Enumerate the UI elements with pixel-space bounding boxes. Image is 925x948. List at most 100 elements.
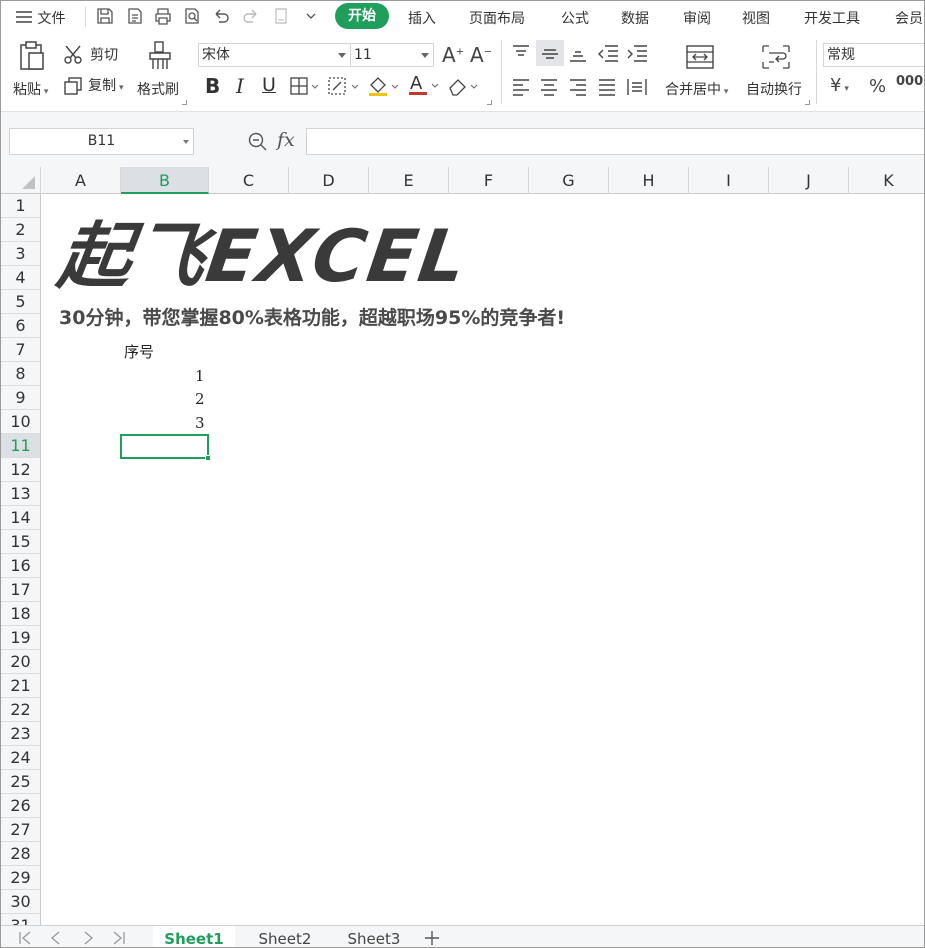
add-sheet-icon[interactable] xyxy=(422,928,442,947)
row-header[interactable]: 20 xyxy=(1,650,40,674)
bold-icon[interactable]: B xyxy=(205,74,220,98)
font-launcher-icon[interactable] xyxy=(487,100,492,105)
paste-icon[interactable] xyxy=(17,40,47,72)
sheet-tab-sheet1[interactable]: Sheet1 xyxy=(153,926,235,947)
column-header[interactable]: F xyxy=(449,167,529,194)
row-header[interactable]: 26 xyxy=(1,794,40,818)
row-header[interactable]: 2 xyxy=(1,218,40,242)
cut-button[interactable]: 剪切 xyxy=(63,44,118,66)
format-number-icon[interactable] xyxy=(271,6,291,26)
paintbrush-icon[interactable] xyxy=(146,40,174,72)
cell-value[interactable]: 3 xyxy=(195,414,205,432)
fx-icon[interactable]: fx xyxy=(277,129,295,151)
column-header[interactable]: A xyxy=(41,167,121,194)
sheet-grid[interactable]: A B C D E F G H I J K 1 2 3 4 5 6 7 8 9 10 11 12 13 1… xyxy=(1,167,924,925)
align-top-icon[interactable] xyxy=(510,42,532,68)
increase-indent-icon[interactable] xyxy=(625,42,649,68)
next-sheet-icon[interactable] xyxy=(78,928,98,947)
row-header[interactable]: 28 xyxy=(1,842,40,866)
active-cell-b11[interactable] xyxy=(120,434,211,461)
increase-font-icon[interactable]: A+ xyxy=(442,43,464,67)
row-header[interactable]: 6 xyxy=(1,314,40,338)
percent-button[interactable]: % xyxy=(869,76,886,97)
cell-seq-header[interactable]: 序号 xyxy=(124,341,154,362)
tab-member[interactable]: 会员 xyxy=(895,8,923,28)
row-header[interactable]: 29 xyxy=(1,866,40,890)
print-icon[interactable] xyxy=(153,6,173,26)
format-painter-button[interactable]: 格式刷 xyxy=(137,79,179,99)
number-format-select[interactable]: 常规 xyxy=(823,43,924,67)
copy-button[interactable]: 复制 ▾ xyxy=(63,75,123,96)
font-size-select[interactable]: 11 xyxy=(350,43,434,67)
sheet-tab-sheet3[interactable]: Sheet3 xyxy=(331,926,417,947)
distributed-align-icon[interactable] xyxy=(625,76,649,102)
tab-data[interactable]: 数据 xyxy=(621,8,649,28)
decrease-font-icon[interactable]: A− xyxy=(470,43,492,67)
tab-formulas[interactable]: 公式 xyxy=(561,8,589,28)
borders-icon[interactable] xyxy=(290,77,320,99)
merge-center-icon[interactable] xyxy=(685,44,715,74)
row-header[interactable]: 4 xyxy=(1,266,40,290)
formula-input[interactable] xyxy=(306,128,924,155)
font-color-icon[interactable]: A xyxy=(408,72,440,100)
name-box[interactable]: B11 xyxy=(9,128,194,155)
eraser-icon[interactable] xyxy=(447,76,479,100)
row-header[interactable]: 7 xyxy=(1,338,40,362)
redo-icon[interactable] xyxy=(241,6,261,26)
row-header[interactable]: 13 xyxy=(1,482,40,506)
row-header[interactable]: 5 xyxy=(1,290,40,314)
merge-center-button[interactable]: 合并居中 ▾ xyxy=(665,79,728,99)
column-header[interactable]: B xyxy=(121,167,209,194)
tab-home[interactable]: 开始 xyxy=(335,3,389,29)
cell-value[interactable]: 1 xyxy=(195,367,205,385)
row-header[interactable]: 24 xyxy=(1,746,40,770)
row-header[interactable]: 17 xyxy=(1,578,40,602)
row-header[interactable]: 1 xyxy=(1,194,40,218)
prev-sheet-icon[interactable] xyxy=(46,928,66,947)
thousands-button[interactable]: 000 xyxy=(896,74,923,89)
fill-handle[interactable] xyxy=(205,455,211,461)
row-header[interactable]: 18 xyxy=(1,602,40,626)
tab-page-layout[interactable]: 页面布局 xyxy=(469,8,525,28)
alignment-launcher-icon[interactable] xyxy=(805,100,810,105)
quick-access-dropdown-icon[interactable] xyxy=(301,6,321,26)
column-header[interactable]: G xyxy=(529,167,609,194)
row-header[interactable]: 11 xyxy=(1,434,40,458)
cell-value[interactable]: 2 xyxy=(195,390,205,408)
last-sheet-icon[interactable] xyxy=(109,928,129,947)
row-header[interactable]: 12 xyxy=(1,458,40,482)
wrap-text-icon[interactable] xyxy=(761,44,791,74)
undo-icon[interactable] xyxy=(211,6,231,26)
align-left-icon[interactable] xyxy=(510,76,532,102)
tab-developer[interactable]: 开发工具 xyxy=(804,8,860,28)
justify-icon[interactable] xyxy=(596,76,618,102)
clipboard-launcher-icon[interactable] xyxy=(182,100,187,105)
row-header[interactable]: 3 xyxy=(1,242,40,266)
row-header[interactable]: 23 xyxy=(1,722,40,746)
tab-review[interactable]: 审阅 xyxy=(683,8,711,28)
file-menu[interactable]: 文件 xyxy=(15,8,65,28)
tab-view[interactable]: 视图 xyxy=(742,8,770,28)
cell-style-icon[interactable] xyxy=(328,77,360,99)
font-name-select[interactable]: 宋体 xyxy=(198,43,351,67)
select-all-button[interactable] xyxy=(1,167,41,194)
align-middle-button[interactable] xyxy=(536,40,564,66)
column-header[interactable]: H xyxy=(609,167,689,194)
row-header[interactable]: 16 xyxy=(1,554,40,578)
row-header[interactable]: 14 xyxy=(1,506,40,530)
currency-button[interactable]: ¥ ▾ xyxy=(830,75,849,96)
align-right-icon[interactable] xyxy=(567,76,589,102)
sheet-tab-sheet2[interactable]: Sheet2 xyxy=(241,926,329,947)
column-header[interactable]: J xyxy=(769,167,849,194)
column-header[interactable]: K xyxy=(849,167,924,194)
align-center-icon[interactable] xyxy=(538,76,560,102)
row-header[interactable]: 31 xyxy=(1,914,40,925)
row-header[interactable]: 22 xyxy=(1,698,40,722)
column-header[interactable]: D xyxy=(289,167,369,194)
tab-insert[interactable]: 插入 xyxy=(408,8,436,28)
underline-icon[interactable]: U xyxy=(262,74,276,96)
row-header[interactable]: 9 xyxy=(1,386,40,410)
print-preview-icon[interactable] xyxy=(182,6,202,26)
row-header[interactable]: 21 xyxy=(1,674,40,698)
fill-color-icon[interactable] xyxy=(368,75,400,101)
